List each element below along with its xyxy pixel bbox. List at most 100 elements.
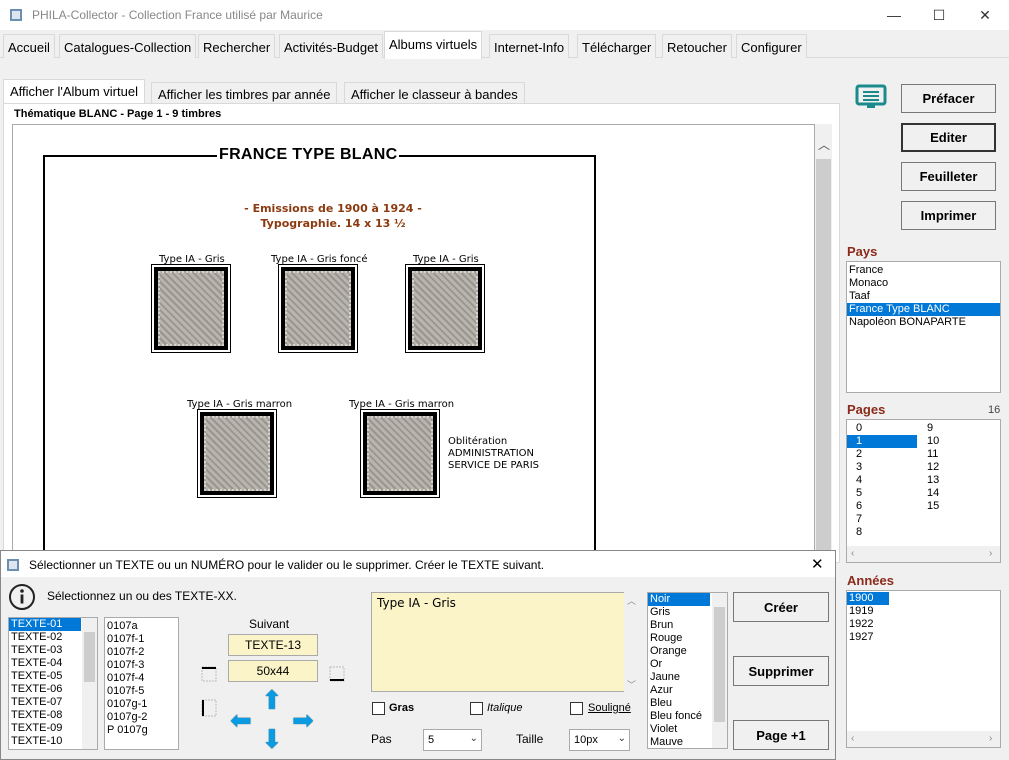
textes-scrollbar[interactable] (82, 618, 97, 749)
scroll-thumb[interactable] (816, 159, 831, 564)
page-item[interactable]: 2 (847, 448, 917, 461)
align-right-icon[interactable] (329, 666, 345, 682)
page-item[interactable]: 9 (925, 422, 995, 435)
scroll-up-icon[interactable]: ︿ (818, 136, 830, 153)
scroll-thumb[interactable] (714, 607, 725, 722)
page-item[interactable]: 4 (847, 474, 917, 487)
tab-telecharger[interactable]: Télécharger (577, 34, 657, 58)
numero-item[interactable]: P 0107g (105, 724, 178, 737)
editor-scrollbar[interactable]: ︿ ﹀ (624, 592, 639, 692)
tab-rechercher[interactable]: Rechercher (198, 34, 276, 58)
subtab-album-virtuel[interactable]: Afficher l'Album virtuel (3, 79, 145, 104)
stamp-5[interactable] (360, 409, 440, 498)
stamp-2[interactable] (278, 264, 358, 353)
list-item-selected[interactable]: France Type BLANC (847, 303, 1000, 316)
pages-hscroll[interactable]: ‹ › (847, 546, 1000, 562)
annee-item-selected[interactable]: 1900 (847, 592, 889, 605)
pays-list[interactable]: France Monaco Taaf France Type BLANC Nap… (846, 261, 1001, 393)
feuilleter-button[interactable]: Feuilleter (901, 162, 996, 191)
tab-retoucher[interactable]: Retoucher (662, 34, 732, 58)
pas-select[interactable]: 5 ⌄ (423, 729, 482, 751)
tab-internet-info[interactable]: Internet-Info (489, 34, 570, 58)
numero-item[interactable]: 0107f-2 (105, 646, 178, 659)
scroll-up-icon[interactable]: ︿ (627, 594, 636, 607)
display-icon[interactable] (855, 84, 887, 110)
close-button[interactable]: ✕ (962, 0, 1008, 30)
editer-button[interactable]: Editer (901, 123, 996, 152)
numeros-list[interactable]: 0107a 0107f-1 0107f-2 0107f-3 0107f-4 01… (104, 617, 179, 750)
textes-list[interactable]: TEXTE-01 TEXTE-02 TEXTE-03 TEXTE-04 TEXT… (8, 617, 98, 750)
page-item[interactable]: 15 (925, 500, 995, 513)
colors-scrollbar[interactable] (712, 593, 727, 748)
numero-item[interactable]: 0107f-4 (105, 672, 178, 685)
page-item[interactable]: 0 (847, 422, 917, 435)
minimize-button[interactable]: — (871, 0, 917, 30)
page-item-selected[interactable]: 1 (847, 435, 917, 448)
gras-checkbox[interactable] (372, 702, 385, 715)
annees-list[interactable]: 1900 1919 1922 1927 ‹ › (846, 590, 1001, 748)
numero-item[interactable]: 0107f-3 (105, 659, 178, 672)
taille-select[interactable]: 10px ⌄ (569, 729, 630, 751)
list-item[interactable]: Taaf (847, 290, 1000, 303)
stamp-1[interactable] (151, 264, 231, 353)
move-down-icon[interactable]: ⬇ (261, 726, 283, 752)
move-right-icon[interactable]: ➡ (292, 707, 314, 733)
subtab-timbres-par-annee[interactable]: Afficher les timbres par année (151, 82, 338, 104)
scroll-down-icon[interactable]: ﹀ (627, 678, 636, 691)
size-field[interactable]: 50x44 (228, 660, 318, 682)
page-plus-button[interactable]: Page +1 (733, 720, 829, 750)
page-item[interactable]: 13 (925, 474, 995, 487)
align-left-icon[interactable] (201, 666, 217, 682)
page-item[interactable]: 14 (925, 487, 995, 500)
chevron-right-icon[interactable]: › (989, 733, 992, 744)
page-item[interactable]: 12 (925, 461, 995, 474)
page-item[interactable]: 8 (847, 526, 917, 539)
move-left-icon[interactable]: ⬅ (230, 707, 252, 733)
annee-item[interactable]: 1927 (847, 631, 1000, 644)
page-item[interactable]: 11 (925, 448, 995, 461)
maximize-button[interactable]: ☐ (916, 0, 962, 30)
stamp-3[interactable] (405, 264, 485, 353)
list-item[interactable]: Monaco (847, 277, 1000, 290)
text-editor[interactable]: Type IA - Gris (371, 592, 639, 692)
numero-item[interactable]: 0107g-1 (105, 698, 178, 711)
numero-item[interactable]: 0107g-2 (105, 711, 178, 724)
pages-list[interactable]: 0 1 2 3 4 5 6 7 8 9 10 11 12 13 14 15 ‹ … (846, 419, 1001, 563)
tab-accueil[interactable]: Accueil (3, 34, 55, 58)
suivant-field[interactable]: TEXTE-13 (228, 634, 318, 656)
tab-albums-virtuels[interactable]: Albums virtuels (384, 31, 483, 59)
tab-configurer[interactable]: Configurer (736, 34, 807, 58)
numero-item[interactable]: 0107a (105, 620, 178, 633)
album-scrollbar[interactable]: ︿ (815, 124, 832, 564)
subtab-classeur-bandes[interactable]: Afficher le classeur à bandes (344, 82, 525, 104)
stamp-4[interactable] (197, 409, 277, 498)
imprimer-button[interactable]: Imprimer (901, 201, 996, 230)
creer-button[interactable]: Créer (733, 592, 829, 622)
tab-activites-budget[interactable]: Activités-Budget (279, 34, 383, 58)
chevron-left-icon[interactable]: ‹ (851, 548, 854, 559)
italique-checkbox[interactable] (470, 702, 483, 715)
colors-list[interactable]: Noir Gris Brun Rouge Orange Or Jaune Azu… (647, 592, 728, 749)
list-item[interactable]: Napoléon BONAPARTE (847, 316, 1000, 329)
annee-item[interactable]: 1922 (847, 618, 1000, 631)
page-item[interactable]: 5 (847, 487, 917, 500)
numero-item[interactable]: 0107f-5 (105, 685, 178, 698)
souligne-checkbox[interactable] (570, 702, 583, 715)
list-item[interactable]: France (847, 264, 1000, 277)
numero-item[interactable]: 0107f-1 (105, 633, 178, 646)
tab-catalogues-collection[interactable]: Catalogues-Collection (59, 34, 197, 58)
texte-item-selected[interactable]: TEXTE-01 (9, 618, 81, 631)
chevron-right-icon[interactable]: › (989, 548, 992, 559)
align-vertical-icon[interactable] (201, 699, 217, 717)
page-item[interactable]: 3 (847, 461, 917, 474)
move-up-icon[interactable]: ⬆ (261, 687, 283, 713)
page-item[interactable]: 6 (847, 500, 917, 513)
annees-hscroll[interactable]: ‹ › (847, 731, 1000, 747)
dialog-close-icon[interactable]: ✕ (811, 555, 824, 573)
scroll-thumb[interactable] (84, 632, 95, 682)
page-item[interactable]: 7 (847, 513, 917, 526)
annee-item[interactable]: 1919 (847, 605, 1000, 618)
page-item[interactable]: 10 (925, 435, 995, 448)
color-item-selected[interactable]: Noir (648, 593, 710, 606)
prefacer-button[interactable]: Préfacer (901, 84, 996, 113)
